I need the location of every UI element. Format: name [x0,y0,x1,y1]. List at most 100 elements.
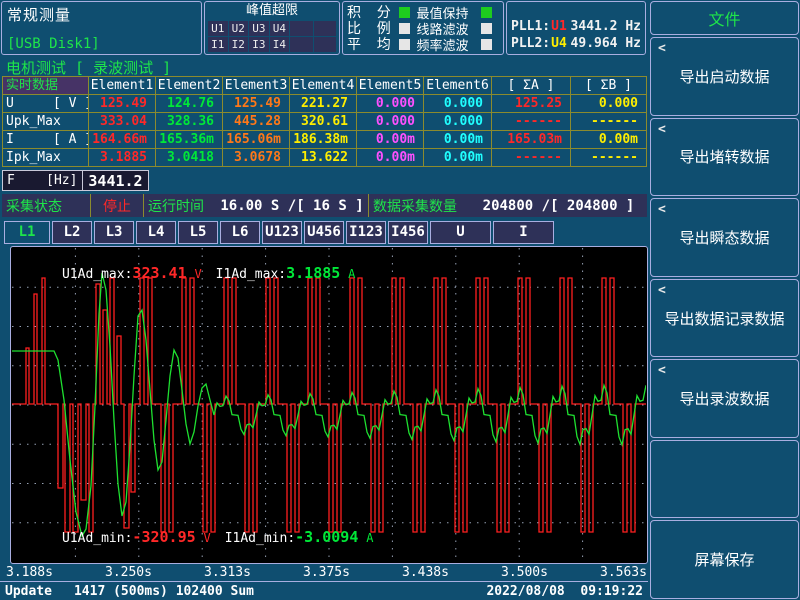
button-label: 导出启动数据 [679,66,769,87]
tab-u123[interactable]: U123 [262,221,302,244]
value-cell: 0.000 [357,95,423,112]
empty-menu-button[interactable] [650,440,799,519]
table-header-cell: [ ΣA ] [492,77,570,94]
acquisition-state-label: 采集状态 [2,196,90,216]
tab-i123[interactable]: I123 [346,221,386,244]
frequency-value: 3441.2 [83,172,148,190]
freq-filter-row: 平 均 频率滤波 [347,36,499,52]
chevron-left-icon: < [658,122,666,137]
ratio-checkbox[interactable] [399,23,410,34]
chevron-left-icon: < [658,283,666,298]
table-header-cell: Element1 [89,77,155,94]
tab-l6[interactable]: L6 [220,221,260,244]
usb-disk-status: [USB Disk1] [7,36,100,52]
value-cell: 165.06m [223,131,289,148]
table-header-cell: Element6 [424,77,491,94]
value-cell: 13.622 [290,149,356,166]
value-cell: 0.000 [424,113,491,130]
export-waveform-data-button[interactable]: < 导出录波数据 [650,359,799,438]
peak-overlimit-panel: 峰值超限 U1 U2 U3 U4 I1 I2 I3 I4 [204,1,340,55]
pll-panel: PLL1: U1 3441.2 Hz PLL2: U4 49.964 Hz [506,1,646,55]
power-analyzer-screen: 常规测量 [USB Disk1] 峰值超限 U1 U2 U3 U4 I1 I2 … [0,0,800,600]
tab-l1[interactable]: L1 [4,221,50,244]
waveform-display: U1Ad_max:323.41 VI1Ad_max:3.1885 A U1Ad_… [10,246,648,564]
value-cell: 164.66m [89,131,155,148]
i-max-unit: A [348,267,355,281]
table-header-cell: Element3 [223,77,289,94]
tab-l5[interactable]: L5 [178,221,218,244]
max-hold-checkbox[interactable] [481,7,492,18]
file-menu-sidebar: 文件 < 导出启动数据 < 导出堵转数据 < 导出瞬态数据 < 导出数据记录数据… [649,0,800,600]
file-menu-title: 文件 [650,1,799,35]
line-filter-checkbox[interactable] [481,23,492,34]
pll1-row: PLL1: U1 3441.2 Hz [511,18,641,35]
time-tick: 3.313s [204,565,251,580]
filter-settings-panel: 积 分 最值保持 比 例 线路滤波 平 均 频率滤波 [342,1,504,55]
runtime-value: 16.00 S /[ 16 S ] [216,198,368,214]
bottom-status-bar: Update 1417 (500ms) 102400 Sum 2022/08/0… [0,581,648,600]
screen-save-button[interactable]: 屏幕保存 [650,520,799,599]
peak-cell: I4 [270,37,290,52]
u-min-label: U1Ad_min: [62,531,132,546]
tab-i[interactable]: I [493,221,554,244]
value-cell: ------ [571,113,646,130]
time-tick: 3.375s [303,565,350,580]
u-max-label: U1Ad_max: [62,267,132,282]
peak-cell: I2 [229,37,249,52]
update-info: 1417 (500ms) 102400 Sum [74,584,254,599]
peak-overlimit-title: 峰值超限 [208,3,336,20]
value-cell: ------ [492,149,570,166]
frequency-readout: F [Hz] 3441.2 [2,170,149,191]
peak-cell: U1 [208,21,228,36]
row-label: Upk_Max [3,113,88,130]
value-cell: ------ [492,113,570,130]
chevron-left-icon: < [658,202,666,217]
waveform-min-annotations: U1Ad_min:-320.95 VI1Ad_min:-3.0094 A [15,513,373,561]
tab-l4[interactable]: L4 [136,221,176,244]
row-label: I [ A ] [3,131,88,148]
tab-u[interactable]: U [430,221,491,244]
export-locked-rotor-data-button[interactable]: < 导出堵转数据 [650,118,799,197]
channel-tabs: L1 L2 L3 L4 L5 L6 U123 U456 I123 I456 U … [4,221,554,244]
value-cell: 0.00m [357,149,423,166]
u-max-value: 323.41 [132,264,186,282]
row-label: Ipk_Max [3,149,88,166]
pll1-source: U1 [551,19,567,34]
peak-cell: I1 [208,37,228,52]
value-cell: 124.76 [156,95,222,112]
value-cell: 0.00m [571,131,646,148]
value-cell: 3.0418 [156,149,222,166]
value-cell: 0.000 [357,113,423,130]
tab-i456[interactable]: I456 [388,221,428,244]
peak-cell: U3 [249,21,269,36]
integration-checkbox[interactable] [399,7,410,18]
value-cell: 186.38m [290,131,356,148]
row-label: U [ V ] [3,95,88,112]
tab-u456[interactable]: U456 [304,221,344,244]
pll2-frequency: 49.964 Hz [571,36,641,51]
value-cell: 3.0678 [223,149,289,166]
u-min-unit: V [203,531,210,545]
export-transient-data-button[interactable]: < 导出瞬态数据 [650,198,799,277]
export-startup-data-button[interactable]: < 导出启动数据 [650,37,799,116]
value-cell: 165.36m [156,131,222,148]
table-header-cell: Element4 [290,77,356,94]
tab-l2[interactable]: L2 [52,221,92,244]
value-cell: 320.61 [290,113,356,130]
export-datalog-data-button[interactable]: < 导出数据记录数据 [650,279,799,358]
average-checkbox[interactable] [399,39,410,50]
chevron-left-icon: < [658,363,666,378]
chevron-left-icon: < [658,41,666,56]
tab-l3[interactable]: L3 [94,221,134,244]
pll2-label: PLL2: [511,36,550,51]
table-header-cell: Element2 [156,77,222,94]
acquisition-state-value: 停止 [91,196,143,216]
waveform-max-annotations: U1Ad_max:323.41 VI1Ad_max:3.1885 A [15,249,355,297]
pll2-row: PLL2: U4 49.964 Hz [511,35,641,52]
value-cell: ------ [571,149,646,166]
freq-filter-checkbox[interactable] [481,39,492,50]
value-cell: 165.03m [492,131,570,148]
time-tick: 3.563s [600,565,647,580]
average-label: 均 [377,34,399,54]
peak-current-row: I1 I2 I3 I4 [208,37,336,52]
